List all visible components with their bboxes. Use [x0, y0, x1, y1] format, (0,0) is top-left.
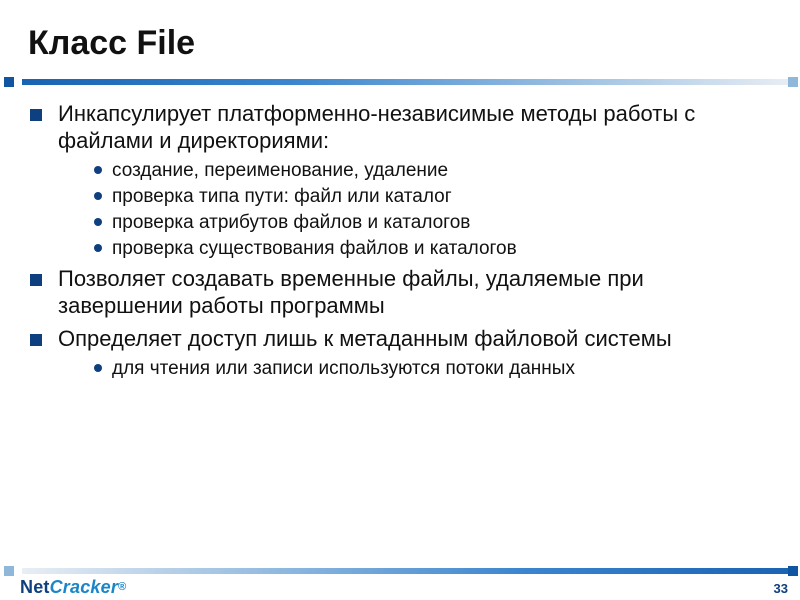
divider-right-square-icon — [788, 77, 798, 87]
content-area: Инкапсулирует платформенно-независимые м… — [0, 101, 800, 380]
sub-bullet-text: создание, переименование, удаление — [112, 160, 448, 181]
bullet-text: Позволяет создавать временные файлы, уда… — [58, 266, 644, 318]
bullet-item: Определяет доступ лишь к метаданным файл… — [28, 326, 772, 380]
sub-bullet-text: проверка существования файлов и каталого… — [112, 238, 517, 259]
page-number: 33 — [774, 581, 788, 596]
bullet-item: Позволяет создавать временные файлы, уда… — [28, 266, 772, 320]
sub-bullet-item: проверка атрибутов файлов и каталогов — [58, 211, 772, 234]
bullet-text: Определяет доступ лишь к метаданным файл… — [58, 326, 672, 351]
logo-part2: Cracker — [50, 577, 118, 597]
sub-bullet-list: для чтения или записи используются поток… — [58, 357, 772, 380]
footer-right-square-icon — [788, 566, 798, 576]
logo-part1: Net — [20, 577, 50, 597]
sub-bullet-item: для чтения или записи используются поток… — [58, 357, 772, 380]
sub-bullet-text: проверка типа пути: файл или каталог — [112, 186, 452, 207]
footer: NetCracker® 33 — [0, 560, 800, 600]
sub-bullet-text: для чтения или записи используются поток… — [112, 358, 575, 379]
slide: Класс File Инкапсулирует платформенно-не… — [0, 0, 800, 600]
footer-gradient — [22, 568, 794, 574]
bullet-list: Инкапсулирует платформенно-независимые м… — [28, 101, 772, 380]
logo: NetCracker® — [20, 577, 126, 598]
page-title: Класс File — [0, 0, 800, 69]
logo-registered-icon: ® — [118, 581, 126, 593]
bullet-item: Инкапсулирует платформенно-независимые м… — [28, 101, 772, 260]
title-divider — [0, 75, 800, 89]
sub-bullet-list: создание, переименование, удаление прове… — [58, 159, 772, 261]
sub-bullet-item: проверка типа пути: файл или каталог — [58, 185, 772, 208]
footer-left-square-icon — [4, 566, 14, 576]
divider-gradient — [22, 79, 794, 85]
bullet-text: Инкапсулирует платформенно-независимые м… — [58, 101, 695, 153]
sub-bullet-item: создание, переименование, удаление — [58, 159, 772, 182]
sub-bullet-item: проверка существования файлов и каталого… — [58, 237, 772, 260]
divider-left-square-icon — [4, 77, 14, 87]
sub-bullet-text: проверка атрибутов файлов и каталогов — [112, 212, 470, 233]
